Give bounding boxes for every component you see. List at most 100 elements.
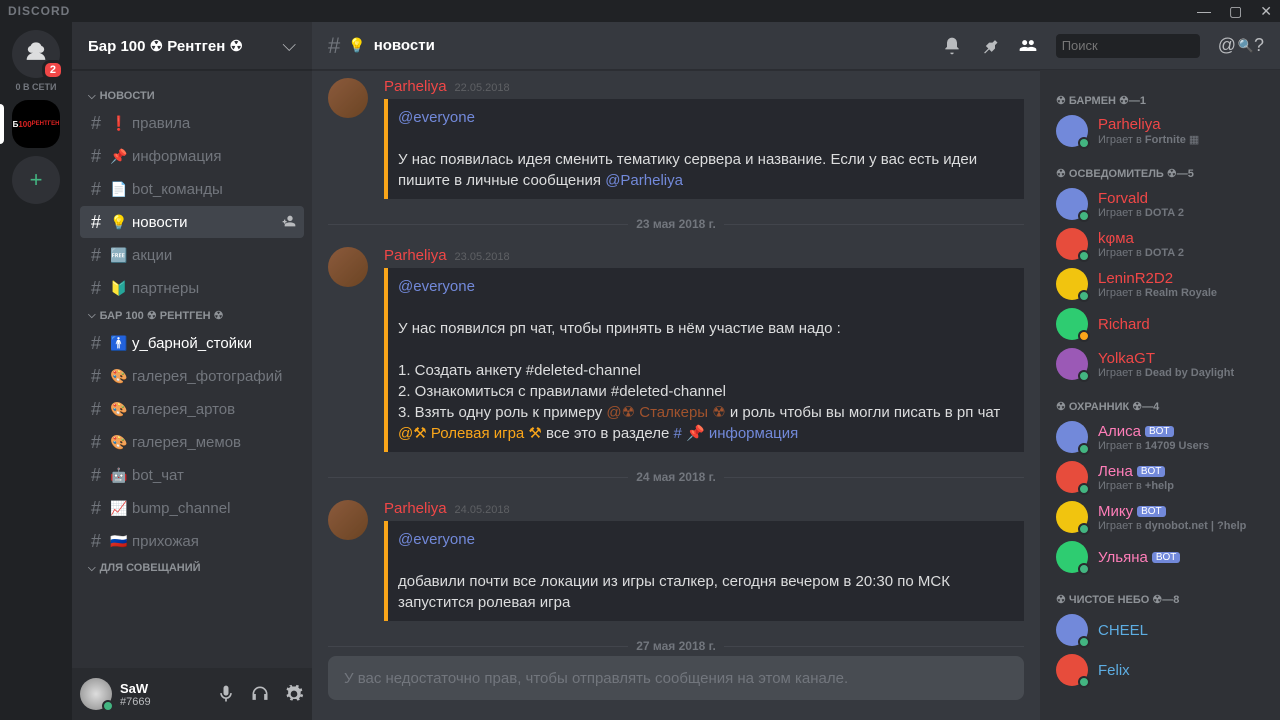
role-header: ☢ ЧИСТОЕ НЕБО ☢—8 <box>1048 577 1272 610</box>
channel-icon: 📌 <box>110 148 126 165</box>
channel-item[interactable]: #📄bot_команды <box>80 173 304 205</box>
member-item[interactable]: kφмaИграет в DOTA 2 <box>1048 224 1272 264</box>
channel-icon: 🎨 <box>110 368 126 385</box>
mention-badge: 2 <box>42 60 64 80</box>
pin-icon[interactable] <box>980 36 1000 56</box>
member-item[interactable]: МикуBOTИграет в dynobot.net | ?help <box>1048 497 1272 537</box>
channel-icon: 🇷🇺 <box>110 533 126 550</box>
member-item[interactable]: АлисаBOTИграет в 14709 Users <box>1048 417 1272 457</box>
help-icon[interactable]: ? <box>1254 35 1264 56</box>
channel-item[interactable]: #📈bump_channel <box>80 492 304 524</box>
channel-icon: 🆓 <box>110 247 126 264</box>
channel-item[interactable]: #🎨галерея_артов <box>80 393 304 425</box>
mic-icon[interactable] <box>216 684 236 704</box>
member-item[interactable]: ForvaldИграет в DOTA 2 <box>1048 184 1272 224</box>
member-avatar <box>1056 461 1088 493</box>
search-box[interactable]: 🔍 <box>1056 34 1200 58</box>
channel-item[interactable]: #💡новости <box>80 206 304 238</box>
maximize-icon[interactable]: ▢ <box>1229 3 1242 20</box>
channel-icon: 🔰 <box>110 280 126 297</box>
home-button[interactable]: 2 <box>12 30 60 78</box>
message: Parheliya23.05.2018 @everyoneУ нас появи… <box>312 239 1040 454</box>
bot-badge: BOT <box>1137 466 1166 477</box>
member-item[interactable]: УльянаBOT <box>1048 537 1272 577</box>
member-item[interactable]: ЛенаBOTИграет в +help <box>1048 457 1272 497</box>
member-avatar <box>1056 188 1088 220</box>
date-divider: 27 мая 2018 г. <box>328 639 1024 653</box>
main-area: # 💡 новости 🔍 @ ? Parheliya22.05.2018 <box>312 22 1280 720</box>
hash-icon: # <box>328 33 340 59</box>
server-header[interactable]: Бар 100 ☢ Рентген ☢ ⌵ <box>72 22 312 70</box>
member-avatar <box>1056 614 1088 646</box>
members-icon[interactable] <box>1018 36 1038 56</box>
member-item[interactable]: Richard <box>1048 304 1272 344</box>
channel-name: новости <box>374 37 435 54</box>
member-avatar <box>1056 228 1088 260</box>
member-list: ☢ БАРМЕН ☢—1ParheliyaИграет в Fortnite ▦… <box>1040 70 1280 720</box>
minimize-icon[interactable]: — <box>1197 3 1211 20</box>
bulb-icon: 💡 <box>348 37 365 54</box>
member-avatar <box>1056 654 1088 686</box>
channel-item[interactable]: #🇷🇺прихожая <box>80 525 304 557</box>
author-avatar[interactable] <box>328 78 368 118</box>
member-avatar <box>1056 348 1088 380</box>
channel-item[interactable]: #🔰партнеры <box>80 272 304 304</box>
bot-badge: BOT <box>1137 506 1166 517</box>
online-label: 0 В СЕТИ <box>16 82 57 92</box>
member-item[interactable]: YolkaGTИграет в Dead by Daylight <box>1048 344 1272 384</box>
channel-item[interactable]: #🚹у_барной_стойки <box>80 327 304 359</box>
message: Parheliya22.05.2018 @everyoneУ нас появи… <box>312 70 1040 201</box>
member-item[interactable]: LeninR2D2Играет в Realm Royale <box>1048 264 1272 304</box>
search-input[interactable] <box>1062 38 1238 53</box>
member-item[interactable]: CHEEL <box>1048 610 1272 650</box>
category-header[interactable]: НОВОСТИ <box>72 86 312 106</box>
channel-item[interactable]: #🤖bot_чат <box>80 459 304 491</box>
role-header: ☢ ОСВЕДОМИТЕЛЬ ☢—5 <box>1048 151 1272 184</box>
title-bar: DISCORD — ▢ ✕ <box>0 0 1280 22</box>
channel-item[interactable]: #🎨галерея_фотографий <box>80 360 304 392</box>
channel-icon: 🤖 <box>110 467 126 484</box>
channel-icon: 🎨 <box>110 434 126 451</box>
author-avatar[interactable] <box>328 500 368 540</box>
add-server-button[interactable]: + <box>12 156 60 204</box>
channel-icon: ❗ <box>110 115 126 132</box>
app-logo: DISCORD <box>8 4 70 18</box>
server-icon[interactable]: Б100РЕНТГЕН <box>12 100 60 148</box>
category-header[interactable]: БАР 100 ☢ РЕНТГЕН ☢ <box>72 305 312 326</box>
date-divider: 23 мая 2018 г. <box>328 217 1024 231</box>
category-header[interactable]: ДЛЯ СОВЕЩАНИЙ <box>72 558 312 578</box>
message-input: У вас недостаточно прав, чтобы отправлят… <box>328 656 1024 700</box>
member-avatar <box>1056 115 1088 147</box>
channel-icon: 📄 <box>110 181 126 198</box>
role-header: ☢ ОХРАННИК ☢—4 <box>1048 384 1272 417</box>
author-avatar[interactable] <box>328 247 368 287</box>
channel-item[interactable]: #❗правила <box>80 107 304 139</box>
channel-item[interactable]: #📌информация <box>80 140 304 172</box>
gear-icon[interactable] <box>284 684 304 704</box>
date-divider: 24 мая 2018 г. <box>328 470 1024 484</box>
headphones-icon[interactable] <box>250 684 270 704</box>
member-avatar <box>1056 421 1088 453</box>
chevron-down-icon: ⌵ <box>282 35 296 56</box>
member-avatar <box>1056 308 1088 340</box>
mentions-icon[interactable]: @ <box>1218 35 1236 56</box>
channel-icon: 🚹 <box>110 335 126 352</box>
channel-header: # 💡 новости 🔍 @ ? <box>312 22 1280 70</box>
search-icon: 🔍 <box>1238 38 1254 54</box>
channel-sidebar: Бар 100 ☢ Рентген ☢ ⌵ НОВОСТИ#❗правила#📌… <box>72 22 312 720</box>
user-avatar[interactable] <box>80 678 112 710</box>
member-avatar <box>1056 541 1088 573</box>
close-icon[interactable]: ✕ <box>1260 3 1272 20</box>
add-member-icon[interactable] <box>280 213 296 232</box>
bot-badge: BOT <box>1145 426 1174 437</box>
bot-badge: BOT <box>1152 552 1181 563</box>
bell-icon[interactable] <box>942 36 962 56</box>
server-rail: 2 0 В СЕТИ Б100РЕНТГЕН + <box>0 22 72 720</box>
member-item[interactable]: ParheliyaИграет в Fortnite ▦ <box>1048 111 1272 151</box>
member-item[interactable]: Felix <box>1048 650 1272 690</box>
role-header: ☢ БАРМЕН ☢—1 <box>1048 78 1272 111</box>
channel-icon: 🎨 <box>110 401 126 418</box>
channel-item[interactable]: #🆓акции <box>80 239 304 271</box>
channel-item[interactable]: #🎨галерея_мемов <box>80 426 304 458</box>
rich-presence-icon: ▦ <box>1189 134 1199 146</box>
